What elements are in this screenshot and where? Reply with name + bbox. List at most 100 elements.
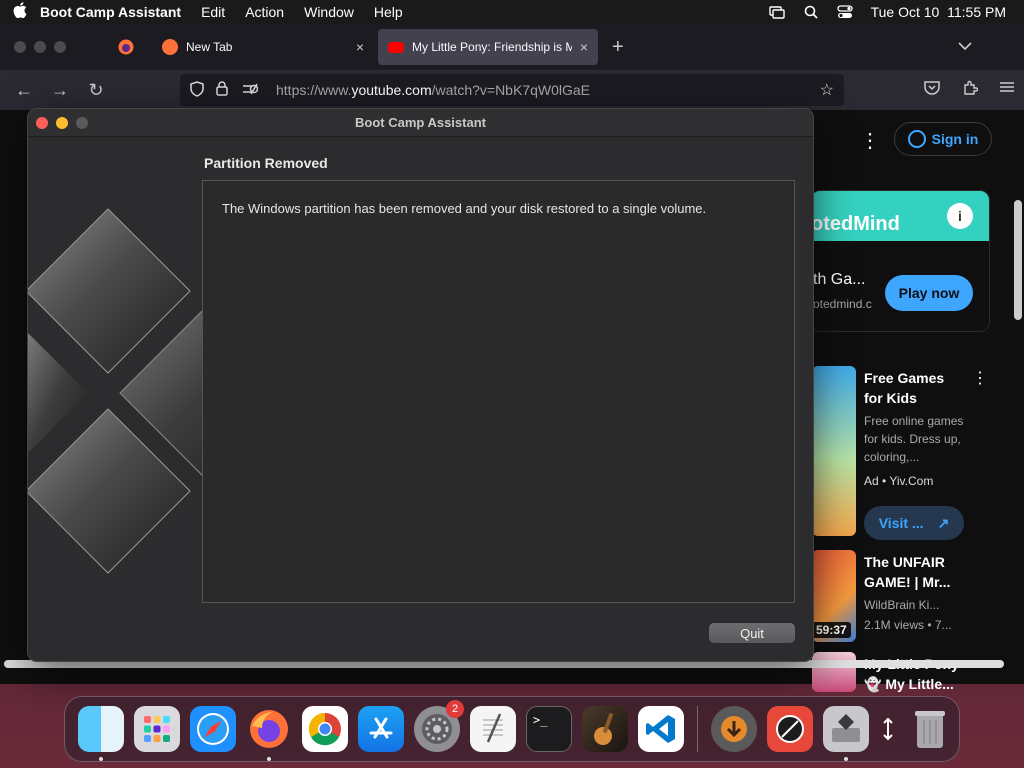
- url-host: youtube.com: [351, 82, 432, 98]
- firefox-icon[interactable]: [246, 706, 292, 761]
- video-duration: 59:37: [812, 622, 851, 638]
- dock: 2 >_: [64, 696, 960, 762]
- url-path: /watch?v=NbK7qW0lGaE: [431, 82, 590, 98]
- ad-banner: otedMind i: [811, 191, 989, 241]
- visit-button[interactable]: Visit ... ↗: [864, 506, 964, 540]
- toolbar-right: [924, 80, 1014, 100]
- browser-window-controls: [14, 41, 66, 53]
- video-title[interactable]: Free Games for Kids: [864, 368, 964, 408]
- reload-icon[interactable]: ↻: [78, 80, 114, 101]
- dialog-heading: Partition Removed: [204, 155, 328, 171]
- terminal-prompt-glyph: >_: [533, 713, 548, 727]
- ad-description: Free online games for kids. Dress up, co…: [864, 414, 964, 464]
- channel-name[interactable]: WildBrain Ki...: [864, 596, 974, 614]
- permissions-icon[interactable]: [242, 82, 268, 99]
- vscode-icon[interactable]: [638, 706, 684, 752]
- browser-close-button[interactable]: [14, 41, 26, 53]
- sign-in-button[interactable]: Sign in: [894, 122, 992, 156]
- sidebar-video-item[interactable]: 59:37 The UNFAIR GAME! | Mr... WildBrain…: [812, 550, 1012, 646]
- running-indicator: [99, 757, 103, 761]
- more-options-icon[interactable]: ⋮: [860, 128, 880, 153]
- quit-button[interactable]: Quit: [709, 623, 795, 643]
- dock-separator: [697, 706, 698, 752]
- instruments-icon[interactable]: [767, 706, 813, 752]
- visit-label: Visit ...: [878, 515, 924, 531]
- chrome-icon[interactable]: [302, 706, 348, 752]
- sidebar-video-item[interactable]: My Little Pony 👻 My Little...: [812, 652, 1012, 692]
- dialog-titlebar: Boot Camp Assistant: [28, 109, 813, 137]
- sidebar-ad-item[interactable]: Free Games for Kids ⋮ Free online games …: [812, 366, 1012, 546]
- tab-title: New Tab: [186, 40, 233, 54]
- pinned-tab-firefox-icon[interactable]: [118, 39, 134, 60]
- youtube-favicon-icon: [388, 41, 404, 53]
- safari-icon[interactable]: [190, 706, 236, 752]
- tab-new-tab[interactable]: New Tab ×: [152, 29, 374, 65]
- browser-zoom-button[interactable]: [54, 41, 66, 53]
- apple-menu-icon[interactable]: [0, 1, 40, 23]
- menu-window[interactable]: Window: [304, 4, 354, 20]
- spotlight-search-icon[interactable]: [803, 5, 819, 19]
- garageband-icon[interactable]: [582, 706, 628, 752]
- tab-close-icon[interactable]: ×: [580, 39, 588, 55]
- dialog-title: Boot Camp Assistant: [355, 115, 486, 130]
- ad-card[interactable]: otedMind i th Ga... otedmind.c Play now: [810, 190, 990, 332]
- control-center-icon[interactable]: [836, 5, 853, 19]
- ad-thumbnail[interactable]: [812, 366, 856, 536]
- ad-brand: otedMind: [811, 213, 900, 235]
- ad-info-icon[interactable]: i: [947, 203, 973, 229]
- hamburger-menu-icon[interactable]: [1000, 80, 1014, 100]
- notification-badge: 2: [446, 700, 464, 718]
- tab-youtube[interactable]: My Little Pony: Friendship is Ma ×: [378, 29, 598, 65]
- browser-minimize-button[interactable]: [34, 41, 46, 53]
- lock-icon[interactable]: [216, 81, 242, 99]
- ad-domain: otedmind.c: [813, 297, 872, 311]
- tab-strip: New Tab × My Little Pony: Friendship is …: [0, 24, 1024, 70]
- video-thumbnail[interactable]: [812, 652, 856, 692]
- bookmark-star-icon[interactable]: ☆: [820, 80, 834, 100]
- tracking-protection-shield-icon[interactable]: [190, 80, 216, 100]
- launchpad-icon[interactable]: [134, 706, 180, 752]
- ad-source: Ad • Yiv.Com: [864, 474, 934, 488]
- boot-camp-dialog: Boot Camp Assistant Partition Removed Th…: [27, 108, 814, 662]
- nav-bar: ← → ↻ https://www.youtube.com/watch?v=Nb…: [0, 70, 1024, 110]
- tab-close-icon[interactable]: ×: [356, 39, 364, 55]
- tab-title: My Little Pony: Friendship is Ma: [412, 40, 572, 54]
- menu-bar: Boot Camp Assistant Edit Action Window H…: [0, 0, 1024, 24]
- dialog-message: The Windows partition has been removed a…: [222, 201, 707, 216]
- url-bar[interactable]: https://www.youtube.com/watch?v=NbK7qW0l…: [180, 74, 844, 106]
- vertical-scrollbar[interactable]: [1014, 200, 1022, 320]
- system-settings-icon[interactable]: 2: [414, 700, 464, 752]
- ad-title: th Ga...: [813, 271, 866, 288]
- video-views: 2.1M views • 7...: [864, 618, 952, 632]
- url-prefix: https://www.: [276, 82, 352, 98]
- dock-resize-handle-icon[interactable]: [878, 706, 898, 752]
- pocket-icon[interactable]: [924, 80, 940, 100]
- url-text[interactable]: https://www.youtube.com/watch?v=NbK7qW0l…: [276, 82, 590, 98]
- new-tab-button[interactable]: +: [612, 36, 624, 59]
- textedit-icon[interactable]: [470, 706, 516, 752]
- external-link-icon: ↗: [937, 514, 950, 531]
- app-store-icon[interactable]: [358, 706, 404, 752]
- finder-icon[interactable]: [78, 706, 124, 761]
- firefox-favicon-icon: [162, 39, 178, 55]
- forward-arrow-icon[interactable]: →: [42, 80, 78, 101]
- terminal-icon[interactable]: >_: [526, 706, 572, 752]
- clock[interactable]: Tue Oct 10 11:55 PM: [871, 4, 1006, 20]
- screen-mirroring-icon[interactable]: [768, 5, 785, 19]
- menu-help[interactable]: Help: [374, 4, 403, 20]
- list-all-tabs-icon[interactable]: [958, 38, 972, 54]
- boot-camp-icon[interactable]: [823, 706, 869, 761]
- video-title[interactable]: The UNFAIR GAME! | Mr...: [864, 552, 964, 592]
- app-name-menu[interactable]: Boot Camp Assistant: [40, 4, 181, 20]
- sign-in-label: Sign in: [931, 131, 979, 147]
- play-now-button[interactable]: Play now: [885, 275, 973, 311]
- item-menu-icon[interactable]: ⋮: [972, 368, 988, 388]
- extensions-icon[interactable]: [962, 80, 979, 100]
- menu-action[interactable]: Action: [245, 4, 284, 20]
- back-arrow-icon[interactable]: ←: [6, 80, 42, 101]
- trash-icon[interactable]: [907, 706, 953, 752]
- menu-edit[interactable]: Edit: [201, 4, 225, 20]
- running-indicator: [844, 757, 848, 761]
- downloads-icon[interactable]: [711, 706, 757, 752]
- message-box: The Windows partition has been removed a…: [202, 180, 795, 603]
